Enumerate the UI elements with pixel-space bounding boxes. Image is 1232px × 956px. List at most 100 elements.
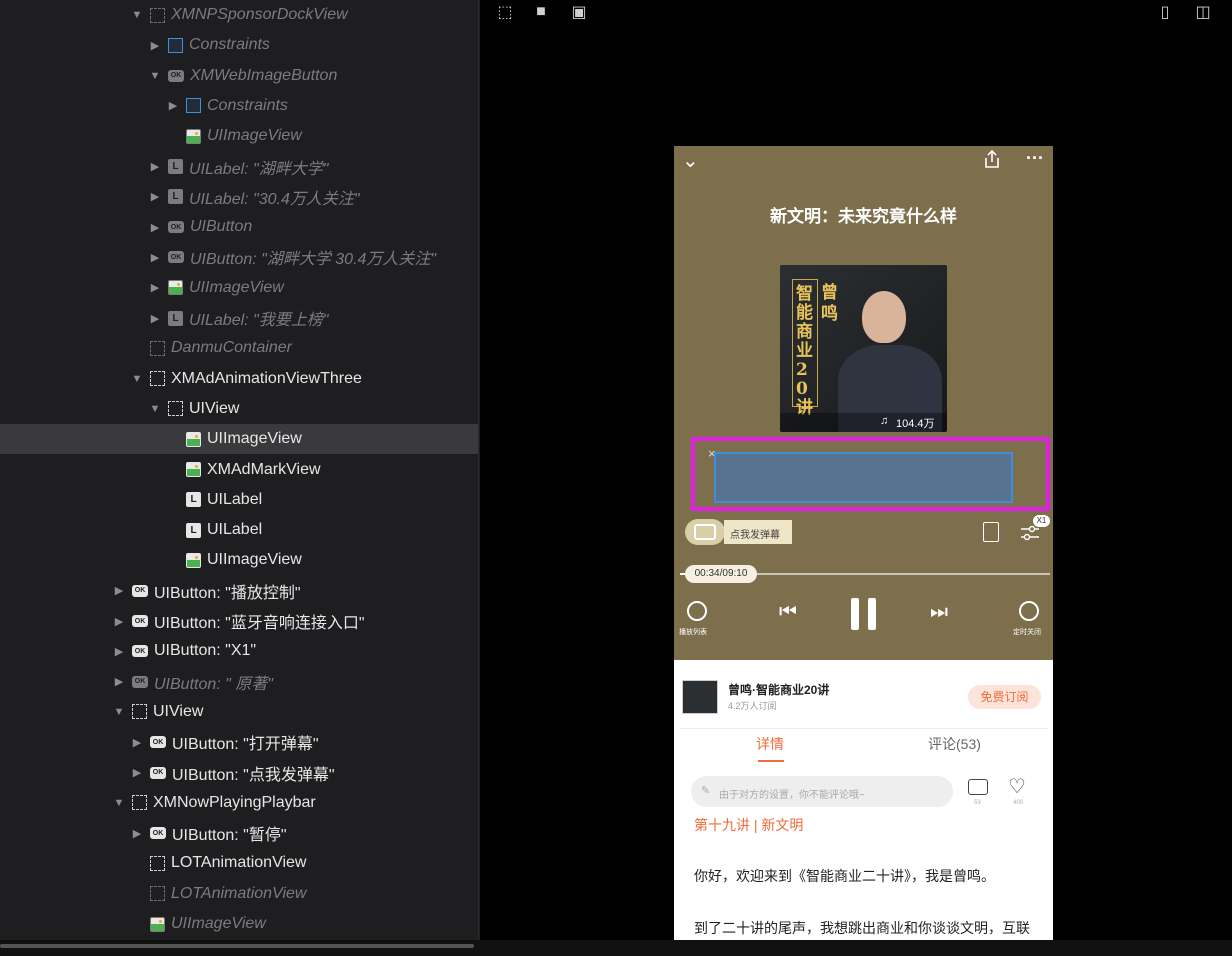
chevron-down-icon[interactable]: ⌄ [682,148,699,173]
hierarchy-row[interactable]: ▼ XMNPSponsorDockView [0,0,478,30]
hierarchy-row-label: UIButton: "湖畔大学 30.4万人关注" [190,251,437,269]
album-name[interactable]: 曾鸣·智能商业20讲 [728,681,829,698]
disclosure-collapsed-icon[interactable]: ▶ [112,614,126,628]
pause-icon-bar[interactable] [868,598,876,630]
speaker-icon[interactable] [983,522,999,542]
album-thumbnail[interactable] [682,680,718,714]
scrollbar-thumb[interactable] [0,944,474,948]
tab-detail[interactable]: 详情 [756,734,784,754]
comment-placeholder: 由于对方的设置，你不能评论哦~ [719,790,865,801]
hierarchy-row[interactable]: LOTAnimationView [0,848,478,878]
disclosure-expanded-icon[interactable]: ▼ [130,8,144,22]
hierarchy-row[interactable]: ▶ L UILabel: "湖畔大学" [0,152,478,182]
disclosure-collapsed-icon[interactable]: ▶ [148,190,162,204]
previous-icon[interactable]: ⏮ [779,601,797,624]
paragraph-2: 到了二十讲的尾声，我想跳出商业和你谈谈文明，互联 [694,920,1030,936]
hierarchy-row[interactable]: XMAdMarkView [0,455,478,485]
view-outline-icon [150,886,165,902]
hierarchy-row[interactable]: UIImageView [0,424,478,455]
hierarchy-row[interactable]: ▶ OK UIButton: "点我发弹幕" [0,758,478,788]
label-icon: L [168,310,183,326]
hierarchy-row[interactable]: L UILabel [0,485,478,515]
tab-comments[interactable]: 评论(53) [928,734,981,754]
hierarchy-row[interactable]: UIImageView [0,545,478,575]
orientation-icon[interactable]: ◫ [1194,2,1212,22]
hierarchy-row[interactable]: ▼ XMNowPlayingPlaybar [0,788,478,818]
hierarchy-row[interactable]: ▶ UIImageView [0,273,478,303]
timer-icon[interactable] [1019,601,1039,621]
hierarchy-row[interactable]: ▶ L UILabel: "我要上榜" [0,303,478,333]
cover-author: 曾鸣 [821,283,838,324]
hierarchy-row-label: UILabel [207,490,263,508]
disclosure-expanded-icon[interactable]: ▼ [112,796,126,810]
hierarchy-row[interactable]: ▼ UIView [0,394,478,424]
next-icon[interactable]: ⏭ [930,601,948,624]
hierarchy-row[interactable]: ▶ OK UIButton: "湖畔大学 30.4万人关注" [0,242,478,272]
more-icon[interactable]: ··· [1026,148,1044,169]
disclosure-collapsed-icon[interactable]: ▶ [166,99,180,113]
disclosure-collapsed-icon[interactable]: ▶ [130,735,144,749]
hierarchy-row[interactable]: ▶ OK UIButton: "播放控制" [0,576,478,606]
hierarchy-row[interactable]: ▼ XMAdAnimationViewThree [0,364,478,394]
send-danmu-button[interactable]: 点我发弹幕 [724,520,792,544]
disclosure-collapsed-icon[interactable]: ▶ [148,220,162,234]
comment-icon[interactable] [968,779,988,795]
disclosure-expanded-icon[interactable]: ▼ [130,372,144,386]
frame-outline-icon[interactable]: ⬚ [496,2,514,22]
hierarchy-row[interactable]: ▼ UIView [0,697,478,727]
hierarchy-row[interactable]: ▶ OK UIButton: " 原著" [0,667,478,697]
disclosure-collapsed-icon[interactable]: ▶ [112,644,126,658]
disclosure-collapsed-icon[interactable]: ▶ [130,766,144,780]
disclosure-collapsed-icon[interactable]: ▶ [148,38,162,52]
frame-content-icon[interactable]: ▣ [570,2,588,22]
hierarchy-row[interactable]: UIImageView [0,909,478,939]
share-icon[interactable] [983,149,1001,169]
disclosure-collapsed-icon[interactable]: ▶ [112,675,126,689]
hierarchy-row-label: DanmuContainer [171,339,292,357]
view-outline-icon [150,371,165,387]
tab-bar [679,728,1048,768]
time-indicator[interactable]: 00:34/09:10 [685,565,757,583]
disclosure-expanded-icon[interactable]: ▼ [148,69,162,83]
hierarchy-row[interactable]: LOTAnimationView [0,879,478,909]
disclosure-collapsed-icon[interactable]: ▶ [112,584,126,598]
hierarchy-row[interactable]: UIImageView [0,121,478,151]
track-title: 新文明：未来究竟什么样 [770,207,957,226]
disclosure-collapsed-icon[interactable]: ▶ [148,281,162,295]
button-icon: OK [132,584,148,597]
disclosure-collapsed-icon[interactable]: ▶ [148,311,162,325]
hierarchy-row[interactable]: ▶ OK UIButton: "打开弹幕" [0,727,478,757]
ad-image-selection[interactable] [714,452,1013,503]
hierarchy-row[interactable]: ▼ OK XMWebImageButton [0,61,478,91]
play-count: 104.4万 [896,418,935,430]
label-icon: L [186,492,201,508]
hierarchy-row[interactable]: ▶ OK UIButton: "蓝牙音响连接入口" [0,606,478,636]
horizontal-scrollbar[interactable] [0,940,1232,956]
device-icon[interactable]: ▯ [1156,2,1174,22]
hierarchy-row[interactable]: ▶ L UILabel: "30.4万人关注" [0,182,478,212]
heart-icon[interactable]: ♡ [1008,774,1026,799]
hierarchy-row-label: XMAdAnimationViewThree [171,369,362,387]
disclosure-collapsed-icon[interactable]: ▶ [148,250,162,264]
hierarchy-row[interactable]: ▶ Constraints [0,30,478,60]
disclosure-collapsed-icon[interactable]: ▶ [130,826,144,840]
hierarchy-row-label: UIView [153,702,204,720]
hierarchy-row[interactable]: ▶ OK UIButton: "暂停" [0,818,478,848]
disclosure-collapsed-icon[interactable]: ▶ [148,160,162,174]
hierarchy-row[interactable]: ▶ OK UIButton [0,212,478,242]
image-view-icon [186,462,201,477]
playlist-icon[interactable] [687,601,707,621]
disclosure-expanded-icon[interactable]: ▼ [112,705,126,719]
hierarchy-row[interactable]: DanmuContainer [0,333,478,363]
disclosure-expanded-icon[interactable]: ▼ [148,402,162,416]
subscribe-button[interactable]: 免费订阅 [968,685,1041,709]
hierarchy-row[interactable]: L UILabel [0,515,478,545]
hierarchy-row[interactable]: ▶ OK UIButton: "X1" [0,636,478,666]
hierarchy-row[interactable]: ▶ Constraints [0,91,478,121]
filled-frame-icon[interactable]: ■ [532,2,550,22]
episode-title: 第十九讲 | 新文明 [694,817,804,833]
pause-icon[interactable] [851,598,859,630]
button-icon: OK [132,645,148,658]
